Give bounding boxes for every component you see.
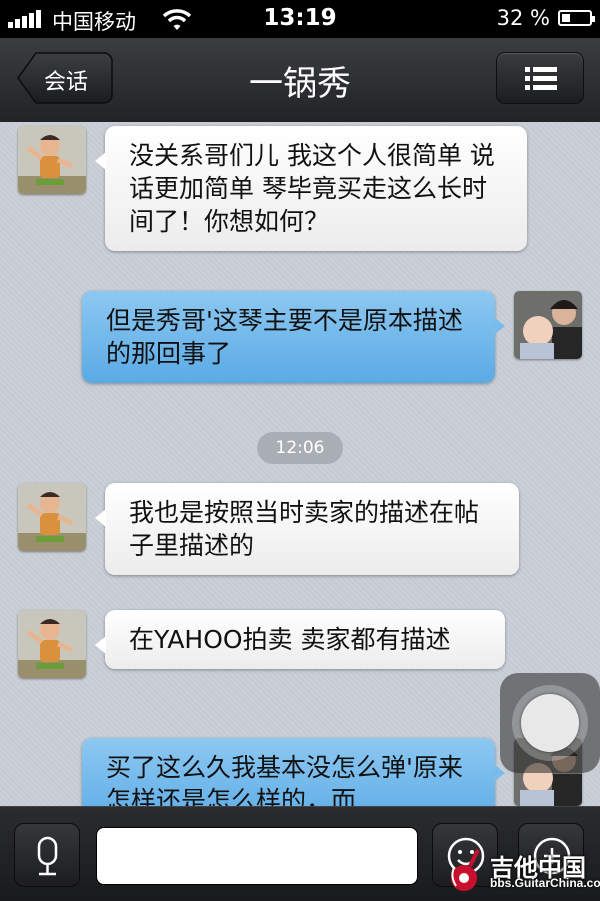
message-bubble-incoming[interactable]: 在YAHOO拍卖 卖家都有描述 xyxy=(95,610,505,669)
message-text: 我也是按照当时卖家的描述在帖子里描述的 xyxy=(129,498,480,560)
watermark-url: bbs.GuitarChina.com xyxy=(490,876,600,890)
voice-button[interactable] xyxy=(14,823,80,887)
page-title: 一锅秀 xyxy=(249,64,351,104)
menu-button[interactable] xyxy=(496,52,584,104)
watermark: 吉他中国 bbs.GuitarChina.com xyxy=(448,846,600,898)
message-bubble-outgoing[interactable]: 买了这么久我基本没怎么弹'原来怎样还是怎么样的，而 xyxy=(82,738,505,806)
assistive-touch-dot xyxy=(521,694,579,752)
battery-fill xyxy=(562,14,570,22)
status-bar: 中国移动 13:19 32 % xyxy=(0,0,600,38)
contact-avatar[interactable] xyxy=(18,610,86,678)
battery-percent: 32 % xyxy=(496,6,550,30)
contact-avatar[interactable] xyxy=(18,483,86,551)
message-text: 在YAHOO拍卖 卖家都有描述 xyxy=(129,625,451,654)
message-bubble-incoming[interactable]: 我也是按照当时卖家的描述在帖子里描述的 xyxy=(95,483,519,575)
message-text: 但是秀哥'这琴主要不是原本描述的那回事了 xyxy=(106,306,463,368)
navigation-bar: 会话 一锅秀 xyxy=(0,38,600,123)
battery-icon xyxy=(558,10,595,26)
chat-area[interactable]: 没关系哥们儿 我这个人很简单 说话更加简单 琴毕竟买走这么长时间了！你想如何？ … xyxy=(0,122,600,806)
my-avatar[interactable] xyxy=(514,291,582,359)
back-button-label[interactable]: 会话 xyxy=(44,64,88,96)
message-text: 没关系哥们儿 我这个人很简单 说话更加简单 琴毕竟买走这么长时间了！你想如何？ xyxy=(129,141,495,236)
timestamp-badge: 12:06 xyxy=(257,432,343,464)
cartoon-figure-icon xyxy=(18,126,86,194)
message-text: 买了这么久我基本没怎么弹'原来怎样还是怎么样的，而 xyxy=(106,753,463,806)
list-icon xyxy=(525,67,557,90)
message-bubble-incoming[interactable]: 没关系哥们儿 我这个人很简单 说话更加简单 琴毕竟买走这么长时间了！你想如何？ xyxy=(95,126,527,251)
message-input[interactable] xyxy=(96,827,418,885)
cartoon-figure-icon xyxy=(18,610,86,678)
guitar-logo-icon xyxy=(451,849,480,891)
message-bubble-outgoing[interactable]: 但是秀哥'这琴主要不是原本描述的那回事了 xyxy=(82,291,505,383)
photo-icon xyxy=(514,291,582,359)
contact-avatar[interactable] xyxy=(18,126,86,194)
cartoon-figure-icon xyxy=(18,483,86,551)
assistive-touch-button[interactable] xyxy=(500,673,600,773)
microphone-icon xyxy=(37,836,58,876)
